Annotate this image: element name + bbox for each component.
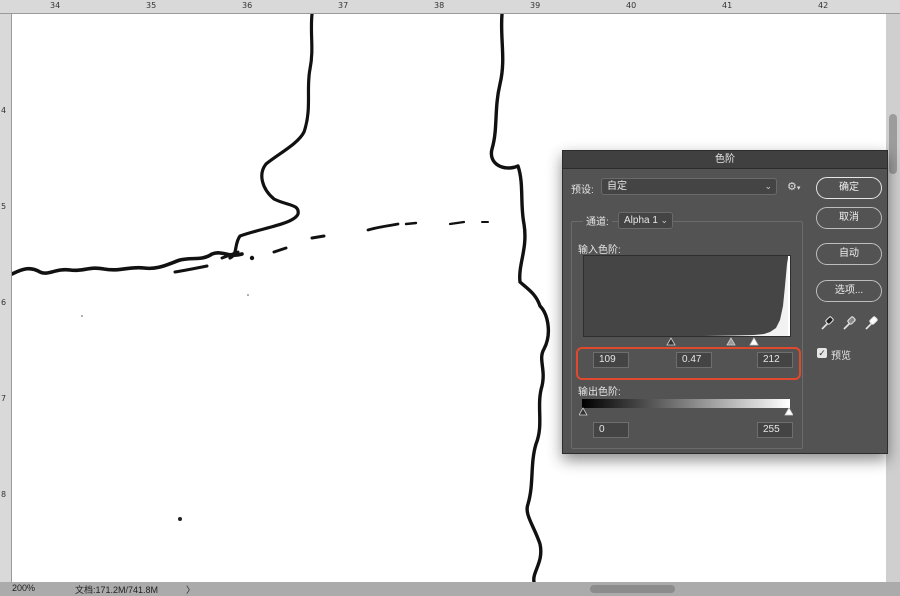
output-white-slider (784, 407, 793, 416)
histogram (583, 255, 791, 337)
levels-dialog: 色阶 预设: 自定 ⌄ ⚙▾ 通道: Alpha 1 ⌄ 输入色阶: 109 0… (562, 150, 888, 454)
input-sliders[interactable] (583, 337, 791, 347)
zoom-level[interactable]: 200% (12, 583, 35, 593)
channel-select[interactable]: Alpha 1 ⌄ (618, 212, 673, 229)
black-eyedropper-icon (821, 316, 834, 330)
preview-checkbox[interactable]: ✓ (817, 348, 827, 358)
eyedropper-tools[interactable] (819, 314, 883, 332)
chevron-down-icon: ⌄ (660, 215, 668, 225)
preset-value: 自定 (607, 181, 627, 192)
input-gamma-field[interactable]: 0.47 (676, 352, 712, 368)
auto-button[interactable]: 自动 (816, 243, 882, 265)
preset-label: 预设: (571, 185, 594, 196)
ruler-mark: 41 (722, 1, 733, 10)
preset-select[interactable]: 自定 ⌄ (601, 178, 777, 195)
options-button[interactable]: 选项... (816, 280, 882, 302)
cancel-button[interactable]: 取消 (816, 207, 882, 229)
top-ruler: 34 35 36 37 38 39 40 41 42 (0, 0, 900, 14)
ruler-mark: 5 (1, 202, 7, 211)
output-sliders[interactable] (579, 407, 793, 417)
ruler-mark: 36 (242, 1, 253, 10)
left-ruler: 4 5 6 7 8 (0, 14, 12, 582)
ruler-mark: 37 (338, 1, 349, 10)
white-point-slider (749, 337, 759, 346)
input-white-field[interactable]: 212 (757, 352, 793, 368)
gamma-slider (726, 337, 736, 346)
output-black-field[interactable]: 0 (593, 422, 629, 438)
ruler-mark: 42 (818, 1, 829, 10)
gray-eyedropper-icon (843, 316, 856, 330)
chevron-down-icon: ⌄ (764, 181, 772, 191)
ruler-mark: 38 (434, 1, 445, 10)
vertical-scrollbar[interactable] (886, 14, 900, 582)
gear-icon[interactable]: ⚙▾ (787, 180, 800, 193)
dialog-title[interactable]: 色阶 (563, 151, 887, 169)
black-point-slider (666, 337, 676, 346)
input-levels-label: 输入色阶: (578, 245, 621, 256)
output-white-field[interactable]: 255 (757, 422, 793, 438)
ok-button[interactable]: 确定 (816, 177, 882, 199)
horizontal-scroll-thumb[interactable] (590, 585, 675, 593)
ruler-mark: 7 (1, 394, 7, 403)
preview-label: 预览 (831, 351, 851, 362)
ruler-mark: 40 (626, 1, 637, 10)
ruler-mark: 4 (1, 106, 7, 115)
status-bar: 200% 文档:171.2M/741.8M 〉 (0, 582, 900, 596)
vertical-scroll-thumb[interactable] (889, 114, 897, 174)
white-eyedropper-icon (865, 316, 878, 330)
document-size: 文档:171.2M/741.8M (75, 585, 159, 595)
input-black-field[interactable]: 109 (593, 352, 629, 368)
output-levels-label: 输出色阶: (578, 387, 621, 398)
output-black-slider (579, 407, 588, 416)
ruler-mark: 6 (1, 298, 7, 307)
ruler-mark: 34 (50, 1, 61, 10)
channel-label: 通道: (583, 213, 612, 228)
status-menu-arrow[interactable]: 〉 (186, 583, 195, 596)
channel-value: Alpha 1 (624, 215, 658, 226)
ruler-mark: 35 (146, 1, 157, 10)
histogram-graph (584, 256, 790, 336)
ruler-mark: 8 (1, 490, 7, 499)
ruler-mark: 39 (530, 1, 541, 10)
